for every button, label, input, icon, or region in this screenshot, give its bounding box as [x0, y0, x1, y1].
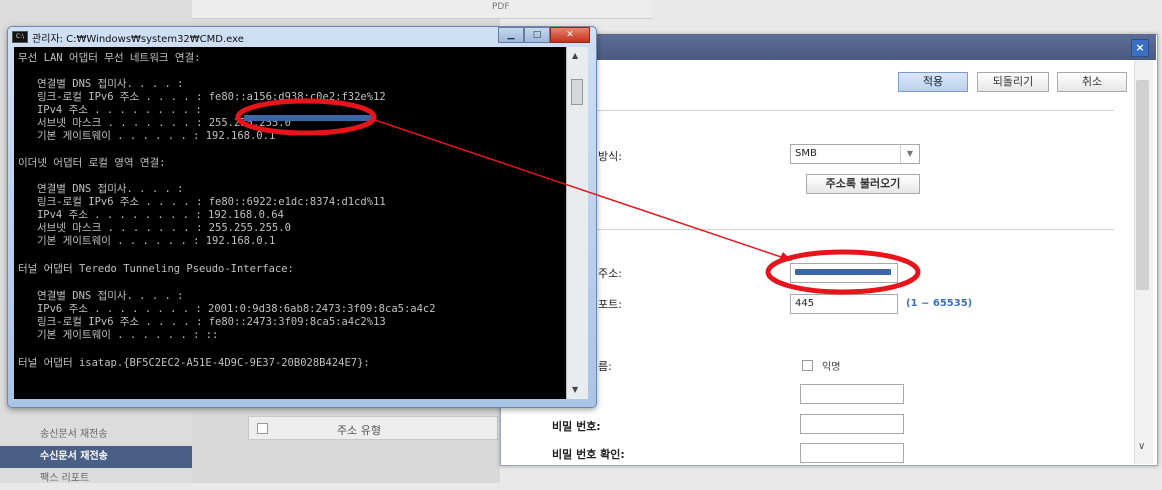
annotation-arrow [371, 118, 791, 261]
highlight-ellipse-ipv4 [235, 98, 377, 136]
highlight-ellipse-address [765, 249, 921, 295]
annotation-overlay [235, 98, 921, 295]
